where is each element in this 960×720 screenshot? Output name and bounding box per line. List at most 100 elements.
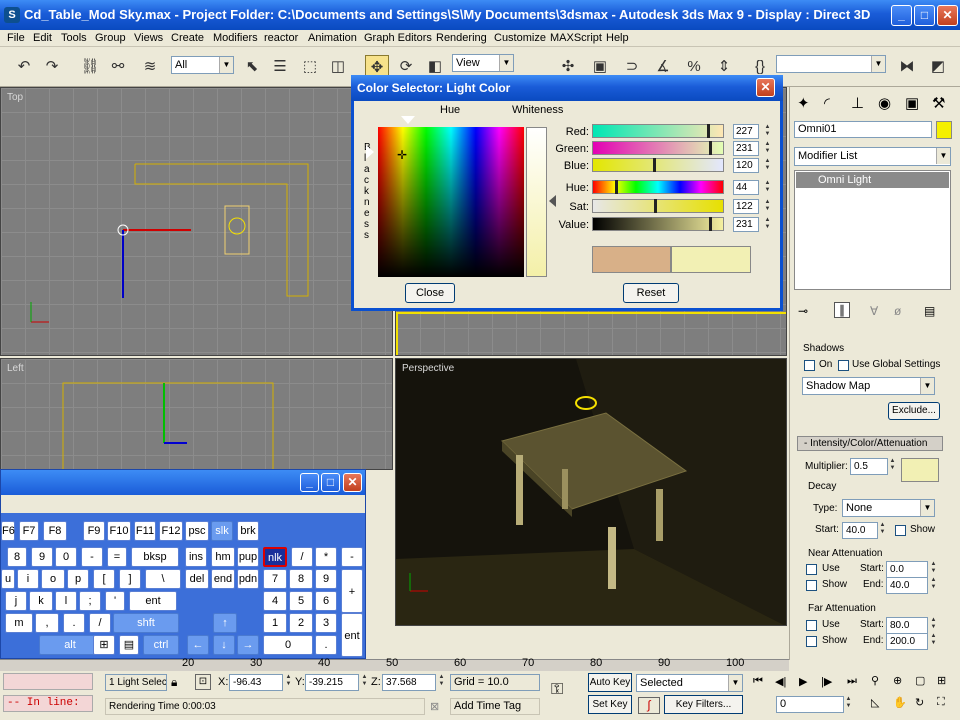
key-pdn[interactable]: pdn <box>237 569 259 589</box>
menu-group[interactable]: Group <box>95 32 126 44</box>
display-tab-icon[interactable]: ▣ <box>905 94 919 112</box>
redo-icon[interactable]: ↷ <box>40 55 64 79</box>
far-end-spinner-icon[interactable]: ▲ ▼ <box>929 633 938 648</box>
menu-rendering[interactable]: Rendering <box>436 32 487 44</box>
key-pup[interactable]: pup <box>237 547 259 567</box>
key-1[interactable]: 1 <box>263 613 287 633</box>
green-slider[interactable] <box>592 141 724 155</box>
near-show-checkbox[interactable] <box>806 580 817 591</box>
key-0[interactable]: 0 <box>55 547 77 567</box>
key-F7[interactable]: F7 <box>19 521 39 541</box>
key-91[interactable]: [ <box>93 569 115 589</box>
align-icon[interactable]: ◩ <box>926 55 950 79</box>
menu-modifiers[interactable]: Modifiers <box>213 32 258 44</box>
remove-modifier-icon[interactable]: ø <box>894 304 901 318</box>
key-47[interactable]: / <box>89 613 111 633</box>
red-spinner-icon[interactable]: ▲ ▼ <box>763 124 772 139</box>
menu-help[interactable]: Help <box>606 32 629 44</box>
hue-blackness-picker[interactable]: ✛ <box>378 127 524 277</box>
key-del[interactable]: del <box>185 569 209 589</box>
key-93[interactable]: ] <box>119 569 141 589</box>
hue-slider[interactable] <box>592 180 724 194</box>
key-selection-dropdown[interactable]: Selected ▼ <box>636 674 743 692</box>
add-time-tag[interactable]: Add Time Tag <box>450 698 540 715</box>
select-link-icon[interactable]: ⛓ <box>78 55 102 79</box>
maximize-button[interactable]: □ <box>914 5 935 26</box>
object-color-swatch[interactable] <box>936 121 952 139</box>
far-show-checkbox[interactable] <box>806 636 817 647</box>
key-61[interactable]: = <box>107 547 127 567</box>
key-92[interactable]: \ <box>145 569 181 589</box>
sat-spinner-icon[interactable]: ▲ ▼ <box>763 199 772 214</box>
pan-icon[interactable]: ✋ <box>893 696 907 709</box>
decay-show-checkbox[interactable] <box>895 525 906 536</box>
menu-edit[interactable]: Edit <box>33 32 52 44</box>
play-icon[interactable]: ▶ <box>799 675 807 688</box>
far-start-input[interactable]: 80.0 <box>886 617 928 634</box>
key-p[interactable]: p <box>67 569 89 589</box>
light-color-swatch[interactable] <box>901 458 939 482</box>
whiteness-bar[interactable] <box>526 127 547 277</box>
key-end[interactable]: end <box>211 569 235 589</box>
key-46[interactable]: . <box>63 613 85 633</box>
key-filters-button[interactable]: Key Filters... <box>664 695 743 714</box>
near-start-spinner-icon[interactable]: ▲ ▼ <box>929 561 938 576</box>
red-value[interactable]: 227 <box>733 124 759 139</box>
menu-animation[interactable]: Animation <box>308 32 357 44</box>
value-spinner-icon[interactable]: ▲ ▼ <box>763 217 772 232</box>
z-spinner-icon[interactable]: ▲ ▼ <box>437 674 446 689</box>
intensity-rollout-header[interactable]: - Intensity/Color/Attenuation <box>797 436 943 451</box>
pin-stack-icon[interactable]: ⊸ <box>798 304 808 318</box>
value-value[interactable]: 231 <box>733 217 759 232</box>
key-45[interactable]: - <box>81 547 103 567</box>
window-crossing-icon[interactable]: ◫ <box>326 55 350 79</box>
sat-slider[interactable] <box>592 199 724 213</box>
modify-tab-icon[interactable]: ◜ <box>824 94 830 112</box>
dialog-close-button[interactable]: ✕ <box>756 78 775 97</box>
make-unique-icon[interactable]: ∀ <box>870 304 878 318</box>
show-end-result-icon[interactable]: ∥ <box>834 302 850 318</box>
windows-key-icon[interactable]: ⊞ <box>93 635 115 655</box>
key-brk[interactable]: brk <box>237 521 259 541</box>
key-ins[interactable]: ins <box>185 547 207 567</box>
key-8[interactable]: 8 <box>7 547 27 567</box>
selection-filter-dropdown[interactable]: All ▼ <box>171 56 234 74</box>
key-F8[interactable]: F8 <box>43 521 67 541</box>
far-start-spinner-icon[interactable]: ▲ ▼ <box>929 617 938 632</box>
named-selection-set-dropdown[interactable]: ▼ <box>776 55 886 73</box>
key-F6[interactable]: F6 <box>1 521 15 541</box>
key-47[interactable]: / <box>291 547 313 567</box>
lock-selection-icon[interactable]: 🔒︎ <box>171 675 177 690</box>
key-F9[interactable]: F9 <box>83 521 105 541</box>
near-start-input[interactable]: 0.0 <box>886 561 928 578</box>
menu-views[interactable]: Views <box>134 32 163 44</box>
field-of-view-icon[interactable]: ◺ <box>871 696 879 709</box>
near-use-checkbox[interactable] <box>806 564 817 575</box>
key-i[interactable]: i <box>17 569 39 589</box>
menu-key-icon[interactable]: ▤ <box>119 635 139 655</box>
go-to-end-icon[interactable]: ⏭ <box>847 675 857 688</box>
stack-item-omni-light[interactable]: Omni Light <box>796 172 949 188</box>
value-slider[interactable] <box>592 217 724 231</box>
key-F12[interactable]: F12 <box>159 521 183 541</box>
y-coordinate-input[interactable]: -39.215 <box>305 674 359 691</box>
top-viewport[interactable]: Top <box>0 87 393 356</box>
configure-modifier-sets-icon[interactable]: ▤ <box>924 304 935 318</box>
unlink-icon[interactable]: ⚯ <box>106 55 130 79</box>
green-spinner-icon[interactable]: ▲ ▼ <box>763 141 772 156</box>
key-ctrl[interactable]: ctrl <box>143 635 179 655</box>
key-ent[interactable]: ent <box>341 613 363 657</box>
key-8593[interactable]: ↑ <box>213 613 237 633</box>
menu-reactor[interactable]: reactor <box>264 32 298 44</box>
key-psc[interactable]: psc <box>185 521 209 541</box>
menu-file[interactable]: File <box>7 32 25 44</box>
next-frame-icon[interactable]: |▶ <box>821 675 832 688</box>
bind-space-warp-icon[interactable]: ≋ <box>138 55 162 79</box>
current-frame-input[interactable]: 0 <box>776 696 844 713</box>
key-9[interactable]: 9 <box>31 547 53 567</box>
blue-value[interactable]: 120 <box>733 158 759 173</box>
key-42[interactable]: * <box>315 547 337 567</box>
set-key-button[interactable]: Set Key <box>588 695 632 714</box>
hue-marker-icon[interactable] <box>401 116 415 124</box>
key-l[interactable]: l <box>55 591 77 611</box>
